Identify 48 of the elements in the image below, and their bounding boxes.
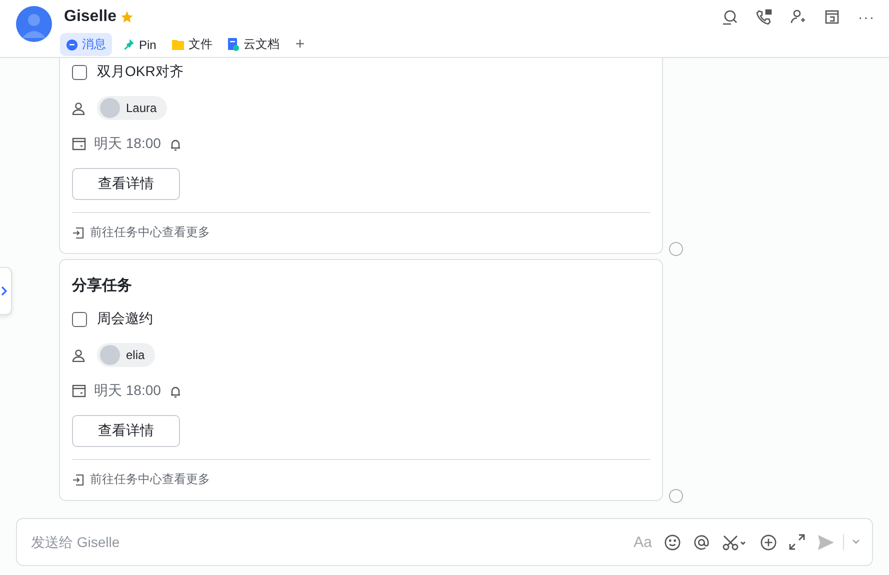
assignee-chip[interactable]: elia bbox=[97, 343, 155, 367]
search-icon[interactable] bbox=[722, 9, 738, 25]
bell-icon bbox=[168, 384, 182, 398]
select-radio[interactable] bbox=[669, 489, 683, 503]
mention-icon[interactable] bbox=[693, 534, 710, 550]
folder-icon bbox=[172, 39, 184, 50]
avatar-icon bbox=[100, 98, 120, 118]
task-checkbox[interactable] bbox=[72, 312, 87, 326]
bell-icon bbox=[168, 138, 182, 150]
calendar-icon bbox=[72, 137, 86, 151]
phone-icon[interactable] bbox=[756, 9, 772, 25]
tab[interactable]: Pin bbox=[116, 33, 162, 56]
chevron-right-icon bbox=[0, 286, 8, 296]
document-icon bbox=[228, 38, 240, 51]
caret-icon[interactable] bbox=[852, 539, 860, 545]
tab[interactable]: 文件 bbox=[166, 33, 218, 56]
expand-icon[interactable] bbox=[789, 534, 805, 550]
person-icon bbox=[72, 348, 85, 362]
add-icon[interactable] bbox=[760, 534, 777, 550]
person-icon bbox=[72, 102, 85, 114]
due-time: 明天 18:00 bbox=[94, 135, 161, 153]
calendar-icon bbox=[72, 384, 86, 398]
task-center-link[interactable]: 前往任务中心查看更多 bbox=[90, 224, 210, 241]
task-name: 双月OKR对齐 bbox=[97, 63, 184, 81]
view-details-button[interactable]: 查看详情 bbox=[72, 168, 180, 200]
emoji-icon[interactable] bbox=[664, 534, 681, 550]
assignee-chip[interactable]: Laura bbox=[97, 96, 167, 120]
add-person-icon[interactable] bbox=[790, 9, 806, 25]
calendar-icon[interactable] bbox=[824, 9, 840, 25]
contact-name: Giselle bbox=[64, 8, 116, 26]
add-tab-button[interactable]: + bbox=[289, 36, 311, 54]
task-checkbox[interactable] bbox=[72, 64, 87, 80]
enter-icon bbox=[72, 226, 84, 238]
tab[interactable]: 消息 bbox=[60, 33, 112, 56]
task-center-link[interactable]: 前往任务中心查看更多 bbox=[90, 471, 210, 488]
due-time: 明天 18:00 bbox=[94, 382, 161, 400]
scissors-icon[interactable] bbox=[722, 534, 748, 550]
avatar-icon bbox=[16, 6, 52, 42]
star-icon[interactable] bbox=[120, 10, 134, 24]
avatar-icon bbox=[100, 345, 120, 365]
card-title: 分享任务 bbox=[72, 276, 133, 295]
tab[interactable]: 云文档 bbox=[222, 33, 286, 56]
task-name: 周会邀约 bbox=[97, 310, 153, 328]
select-radio[interactable] bbox=[669, 242, 683, 256]
pin-icon bbox=[122, 38, 135, 51]
view-details-button[interactable]: 查看详情 bbox=[72, 415, 180, 447]
more-button[interactable]: ··· bbox=[858, 9, 875, 25]
enter-icon bbox=[72, 474, 84, 486]
